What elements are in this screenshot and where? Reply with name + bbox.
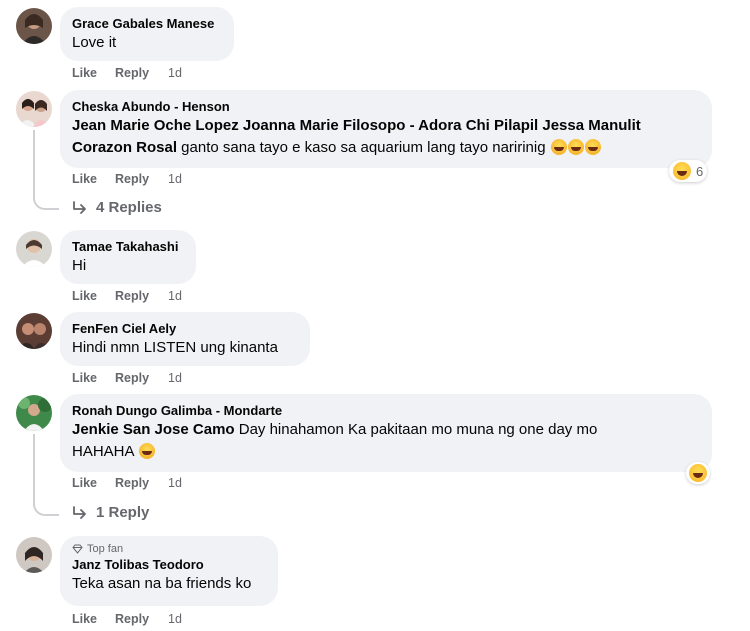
like-button[interactable]: Like [72,371,115,385]
like-button[interactable]: Like [72,289,115,303]
top-fan-badge: Top fan [72,542,266,556]
reply-button[interactable]: Reply [115,289,168,303]
laughing-emoji-icon [584,139,601,155]
comment-bubble: Grace Gabales Manese Love it [60,7,234,61]
comment-actions: Like Reply 1d [72,172,182,186]
comment-text: Jenkie San Jose Camo Day hinahamon Ka pa… [72,419,700,463]
comment-text: Hi [72,257,87,274]
comment-author[interactable]: Ronah Dungo Galimba - Mondarte [72,402,700,419]
comment-time[interactable]: 1d [168,66,182,80]
tagged-user[interactable]: Jenkie San Jose Camo [72,421,235,438]
comment-time[interactable]: 1d [168,476,182,490]
haha-reaction-icon [689,464,707,482]
rofl-emoji-icon [138,443,155,459]
comment-text: Jean Marie Oche Lopez Joanna Marie Filos… [72,115,700,159]
reply-button[interactable]: Reply [115,172,168,186]
comment-time[interactable]: 1d [168,289,182,303]
avatar[interactable] [16,395,52,431]
comment-time[interactable]: 1d [168,371,182,385]
thread-connector [33,196,59,210]
comment-author[interactable]: FenFen Ciel Aely [72,320,298,337]
avatar[interactable] [16,231,52,267]
laughing-emoji-icon [550,139,567,155]
comment-bubble: Top fan Janz Tolibas Teodoro Teka asan n… [60,536,278,606]
thread-line [33,130,35,200]
thread-line [33,434,35,506]
tagged-users[interactable]: Jean Marie Oche Lopez Joanna Marie Filos… [72,117,641,134]
reaction-summary[interactable]: 6 [669,160,708,182]
like-button[interactable]: Like [72,612,115,626]
reply-button[interactable]: Reply [115,371,168,385]
like-button[interactable]: Like [72,172,115,186]
reply-button[interactable]: Reply [115,476,168,490]
badge-label: Top fan [87,543,124,555]
comment-text: Love it [72,34,117,51]
comment-body: Day hinahamon Ka pakitaan mo muna ng one… [234,421,598,438]
comment-actions: Like Reply 1d [72,289,182,303]
haha-reaction-icon [673,162,691,180]
laughing-emoji-icon [567,139,584,155]
tagged-user[interactable]: Corazon Rosal [72,139,177,156]
diamond-icon [72,544,83,554]
avatar[interactable] [16,91,52,127]
avatar[interactable] [16,8,52,44]
comment-bubble: Ronah Dungo Galimba - Mondarte Jenkie Sa… [60,394,712,472]
comment-actions: Like Reply 1d [72,371,182,385]
replies-count: 1 Reply [96,504,150,521]
comment-time[interactable]: 1d [168,612,182,626]
reply-button[interactable]: Reply [115,66,168,80]
comment-bubble: FenFen Ciel Aely Hindi nmn LISTEN ung ki… [60,312,310,366]
comment-author[interactable]: Tamae Takahashi [72,238,184,255]
comment-author[interactable]: Grace Gabales Manese [72,15,222,32]
thread-connector [33,502,59,516]
avatar[interactable] [16,313,52,349]
comment-actions: Like Reply 1d [72,66,182,80]
view-replies-button[interactable]: 4 Replies [72,199,162,216]
view-replies-button[interactable]: 1 Reply [72,504,149,521]
replies-count: 4 Replies [96,199,162,216]
comment-author[interactable]: Janz Tolibas Teodoro [72,556,266,573]
reply-arrow-icon [73,200,86,214]
like-button[interactable]: Like [72,66,115,80]
comment-actions: Like Reply 1d [72,476,182,490]
reply-arrow-icon [73,505,86,519]
reply-button[interactable]: Reply [115,612,168,626]
avatar[interactable] [16,537,52,573]
comment-text: Hindi nmn LISTEN ung kinanta [72,339,278,356]
comment-time[interactable]: 1d [168,172,182,186]
comment-author[interactable]: Cheska Abundo - Henson [72,98,700,115]
comment-body-line2: HAHAHA [72,443,138,460]
comment-bubble: Tamae Takahashi Hi [60,230,196,284]
reaction-count: 6 [696,163,704,179]
comment-text: Teka asan na ba friends ko [72,575,252,592]
reaction-summary[interactable] [686,462,710,484]
like-button[interactable]: Like [72,476,115,490]
comment-actions: Like Reply 1d [72,612,182,626]
comment-body: ganto sana tayo e kaso sa aquarium lang … [177,139,550,156]
comment-bubble: Cheska Abundo - Henson Jean Marie Oche L… [60,90,712,168]
